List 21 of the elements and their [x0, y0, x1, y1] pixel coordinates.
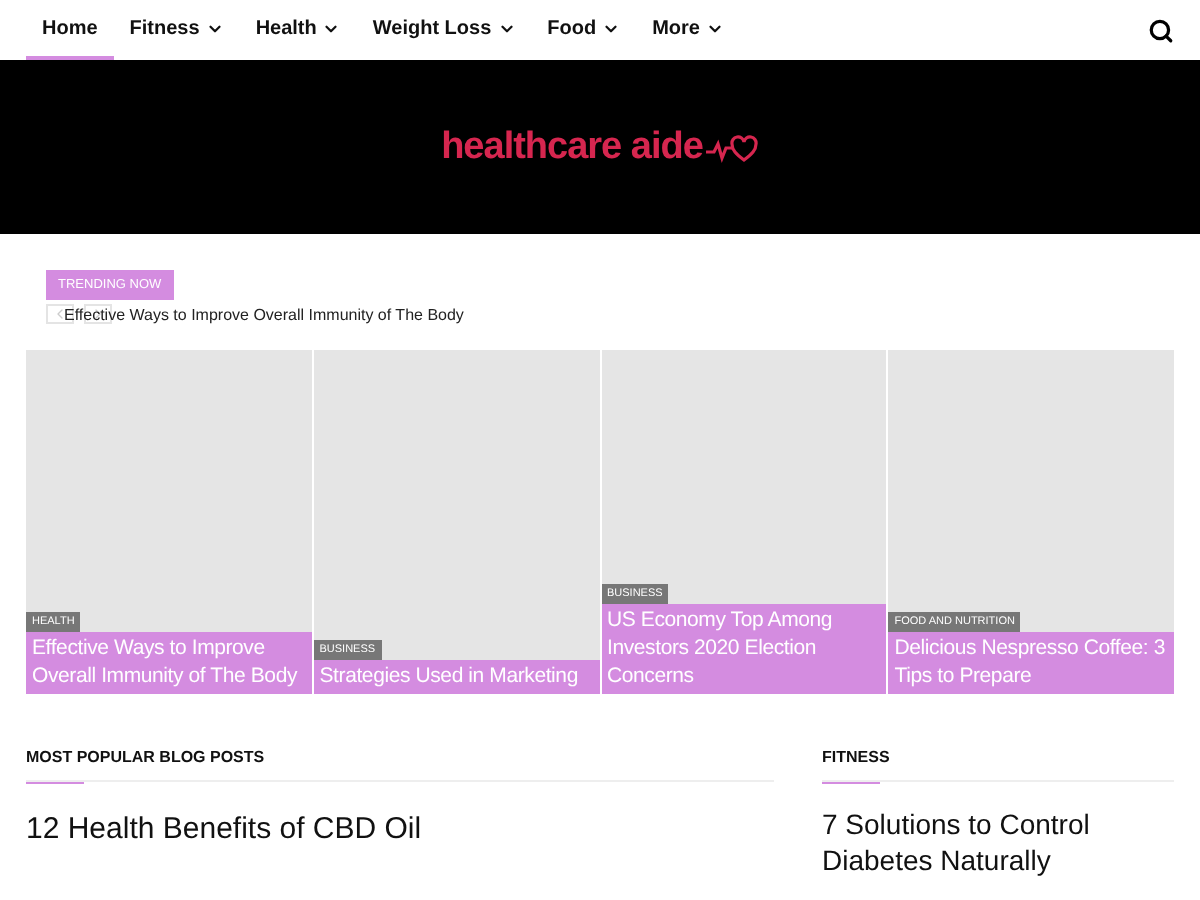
- next-button[interactable]: [84, 304, 112, 324]
- nav-tab[interactable]: More: [636, 0, 740, 60]
- post-title[interactable]: 12 Health Benefits of CBD Oil: [26, 812, 774, 848]
- nav-tab[interactable]: Health: [239, 0, 357, 60]
- heading-underline: [26, 780, 84, 784]
- featured-title: US Economy Top Among Investors 2020 Election Concerns: [601, 604, 887, 694]
- featured-title: Delicious Nespresso Coffee: 3 Tips to Prepare: [888, 632, 1174, 694]
- chevron-left-icon: [52, 306, 68, 322]
- nav-tab[interactable]: Fitness: [113, 0, 240, 60]
- featured-title: Strategies Used in Marketing: [313, 660, 599, 694]
- heartbeat-heart-icon: [706, 131, 759, 163]
- section-heading: MOST POPULAR BLOG POSTS: [26, 748, 774, 782]
- trending-headline[interactable]: Effective Ways to Improve Overall Immunity of The Body: [64, 306, 1200, 324]
- featured-title: Effective Ways to Improve Overall Immunity of The Body: [26, 632, 312, 694]
- search-icon: [1148, 17, 1174, 43]
- heading-underline: [822, 780, 880, 784]
- nav-tab[interactable]: Weight Loss: [356, 0, 532, 60]
- site-logo[interactable]: healthcare aide: [441, 125, 703, 169]
- chevron-right-icon: [90, 306, 106, 322]
- post-title[interactable]: 7 Solutions to Control Diabetes Naturally: [822, 806, 1174, 878]
- nav-tab[interactable]: Food: [531, 0, 637, 60]
